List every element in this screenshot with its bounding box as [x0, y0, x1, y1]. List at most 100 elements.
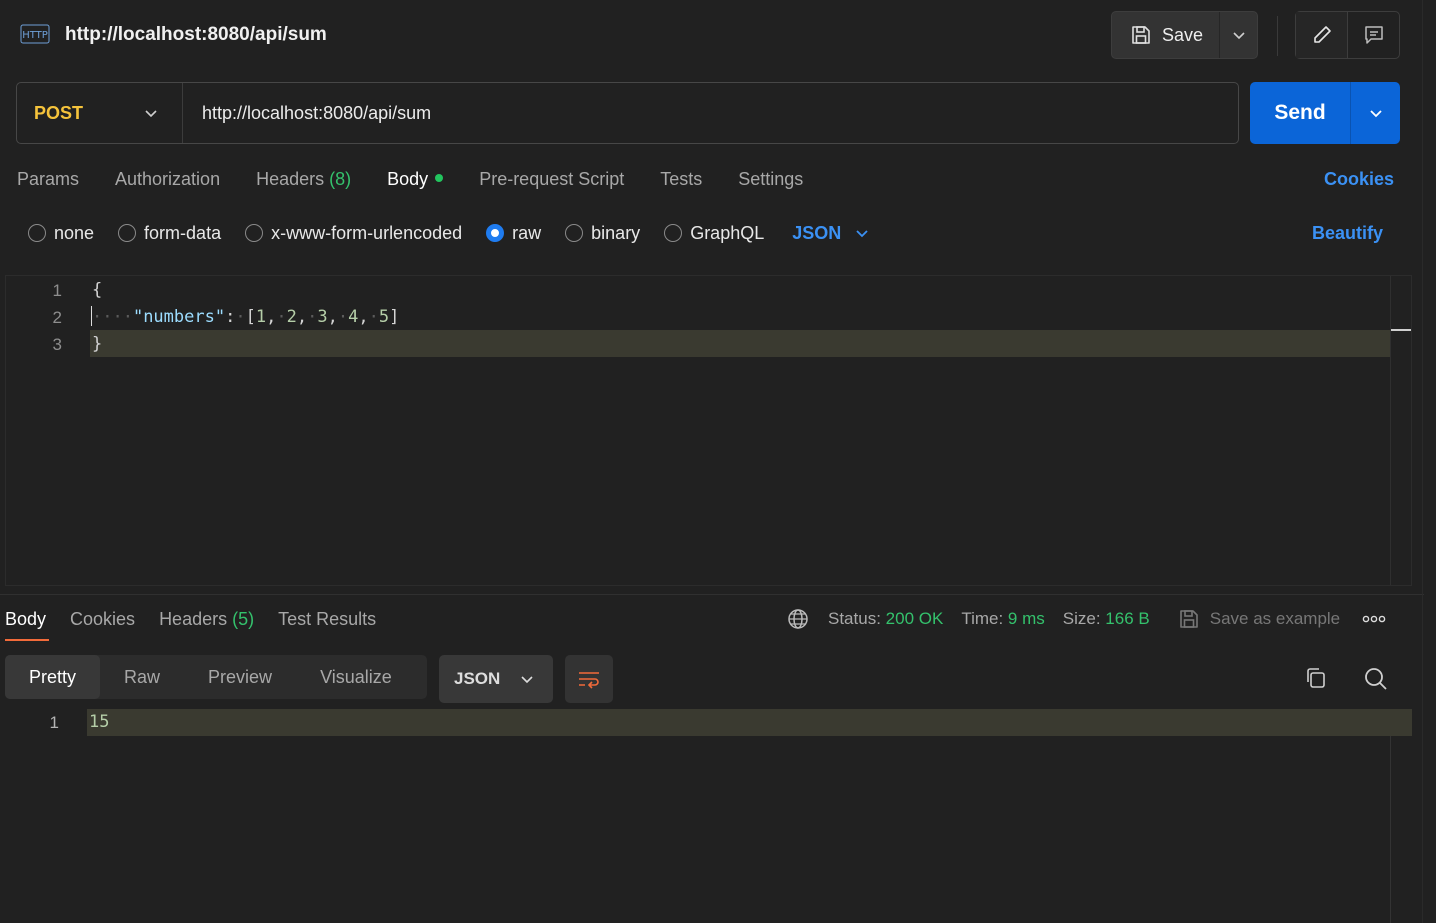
radio-button[interactable]: [565, 224, 584, 242]
headers-count: (8): [329, 169, 352, 189]
method-select[interactable]: POST: [17, 83, 183, 143]
view-visualize[interactable]: Visualize: [296, 655, 416, 699]
time-value: 9 ms: [1007, 609, 1045, 628]
radio-urlencoded[interactable]: x-www-form-urlencoded: [245, 223, 462, 244]
send-button[interactable]: Send: [1250, 82, 1351, 144]
tab-response-cookies[interactable]: Cookies: [70, 606, 135, 632]
radio-binary[interactable]: binary: [565, 223, 640, 244]
body-format-label: JSON: [792, 222, 842, 243]
array-value: 2: [286, 307, 297, 327]
open-brace: {: [92, 280, 103, 300]
radio-raw-label: raw: [512, 222, 542, 243]
line-number: 1: [52, 281, 62, 300]
size-value: 166 B: [1105, 609, 1150, 628]
chevron-down-icon: [145, 110, 157, 118]
status-label: Status:: [828, 609, 881, 628]
body-modified-dot: [435, 174, 444, 182]
tab-body[interactable]: Body: [387, 166, 444, 192]
radio-button[interactable]: [118, 224, 137, 242]
view-pretty[interactable]: Pretty: [5, 655, 101, 699]
line-number: 3: [52, 335, 62, 354]
search-icon[interactable]: [1363, 666, 1389, 697]
response-body-value[interactable]: 15: [89, 709, 109, 736]
save-dropdown-button[interactable]: [1220, 12, 1257, 58]
tab-settings[interactable]: Settings: [738, 166, 803, 192]
svg-text:HTTP: HTTP: [22, 30, 48, 41]
tab-authorization[interactable]: Authorization: [115, 166, 220, 192]
radio-none[interactable]: none: [28, 223, 94, 244]
chevron-down-icon: [856, 230, 868, 238]
radio-button-selected[interactable]: [486, 224, 505, 242]
request-title[interactable]: http://localhost:8080/api/sum: [65, 22, 327, 48]
whitespace-dot: ·: [235, 307, 246, 327]
comment-icon: [1364, 26, 1383, 44]
tab-tests[interactable]: Tests: [660, 166, 702, 192]
request-body-editor[interactable]: 1 2 3 { ····"numbers":·[1,·2,·3,·4,·5] }: [5, 275, 1412, 586]
view-mode-group: [1295, 11, 1400, 59]
copy-icon[interactable]: [1304, 666, 1328, 695]
cookies-link[interactable]: Cookies: [1324, 166, 1394, 192]
response-format-label: JSON: [454, 669, 501, 688]
edit-button[interactable]: [1296, 12, 1348, 58]
more-options-icon[interactable]: [1362, 615, 1386, 623]
url-bar: POST: [16, 82, 1239, 144]
body-format-select[interactable]: JSON: [792, 223, 869, 244]
response-status-bar: Status: 200 OK Time: 9 ms Size: 166 B Sa…: [787, 606, 1386, 632]
save-as-example-button[interactable]: Save as example: [1178, 608, 1340, 630]
save-icon: [1132, 26, 1150, 44]
tab-response-headers[interactable]: Headers (5): [159, 606, 254, 632]
comments-button[interactable]: [1348, 12, 1399, 58]
chevron-down-icon: [1369, 110, 1382, 118]
send-dropdown-button[interactable]: [1351, 82, 1400, 144]
request-tabs: Params Authorization Headers (8) Body Pr…: [17, 166, 839, 192]
tab-response-headers-label: Headers: [159, 609, 228, 629]
save-as-example-label: Save as example: [1209, 609, 1341, 628]
radio-button[interactable]: [28, 224, 46, 242]
time-info[interactable]: Time: 9 ms: [961, 609, 1044, 629]
radio-button[interactable]: [664, 224, 683, 242]
send-button-group: Send: [1250, 82, 1400, 144]
save-label: Save: [1162, 24, 1204, 45]
tab-prerequest-script[interactable]: Pre-request Script: [479, 166, 624, 192]
response-line-highlight: [87, 709, 1412, 736]
tab-test-results[interactable]: Test Results: [278, 606, 376, 632]
tab-headers[interactable]: Headers (8): [256, 166, 351, 192]
response-format-select[interactable]: JSON: [439, 655, 553, 703]
status-value: 200 OK: [885, 609, 944, 628]
body-type-options: none form-data x-www-form-urlencoded raw…: [28, 219, 869, 247]
url-input[interactable]: [183, 83, 1238, 143]
pane-divider[interactable]: [0, 594, 1424, 595]
wrap-lines-button[interactable]: [565, 655, 613, 703]
view-raw[interactable]: Raw: [100, 655, 184, 699]
scrollbar-marker: [1391, 329, 1411, 331]
window-edge: [1422, 0, 1423, 923]
tab-params[interactable]: Params: [17, 166, 79, 192]
radio-form-data-label: form-data: [144, 222, 222, 243]
radio-urlencoded-label: x-www-form-urlencoded: [271, 222, 463, 243]
close-brace: }: [92, 334, 103, 354]
array-value: 5: [378, 307, 390, 327]
radio-form-data[interactable]: form-data: [118, 223, 221, 244]
code-line-3: }: [92, 331, 102, 358]
view-preview[interactable]: Preview: [184, 655, 296, 699]
save-button[interactable]: Save: [1112, 12, 1220, 58]
status-info[interactable]: Status: 200 OK: [828, 609, 943, 629]
editor-scrollbar[interactable]: [1390, 276, 1411, 585]
json-colon: :: [225, 307, 236, 327]
radio-graphql[interactable]: GraphQL: [664, 223, 764, 244]
save-icon: [1179, 610, 1198, 628]
chevron-down-icon: [521, 676, 533, 684]
globe-icon[interactable]: [787, 608, 809, 630]
radio-raw[interactable]: raw: [486, 223, 541, 244]
radio-button[interactable]: [245, 224, 264, 242]
active-tab-indicator: [5, 639, 49, 641]
size-info[interactable]: Size: 166 B: [1063, 609, 1150, 629]
pencil-icon: [1313, 26, 1331, 43]
current-line-highlight: [90, 330, 1391, 357]
response-scrollbar[interactable]: [1390, 736, 1391, 923]
beautify-link[interactable]: Beautify: [1312, 219, 1383, 247]
chevron-down-icon: [1232, 32, 1245, 40]
tab-response-body[interactable]: Body: [5, 606, 46, 632]
code-line-2: ····"numbers":·[1,·2,·3,·4,·5]: [91, 306, 400, 327]
array-value: 4: [348, 307, 359, 327]
